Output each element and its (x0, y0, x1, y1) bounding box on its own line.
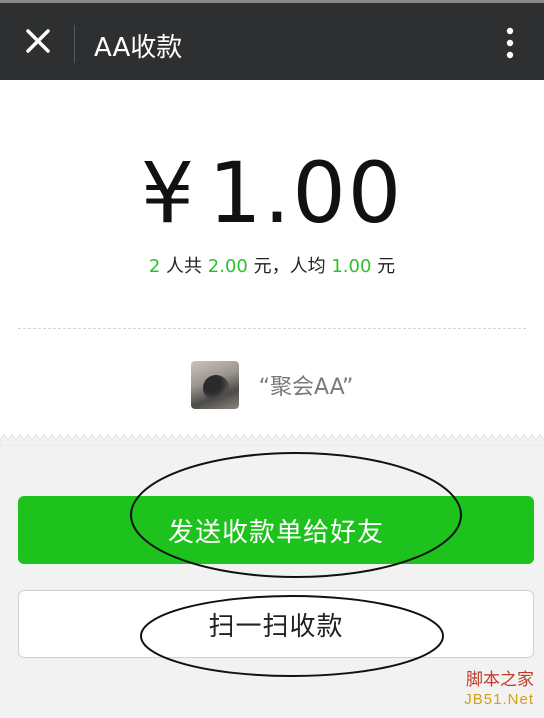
scan-to-collect-button[interactable]: 扫一扫收款 (18, 590, 534, 658)
title-divider (74, 25, 75, 63)
total-unit: 元，人均 (247, 256, 332, 277)
send-to-friend-button[interactable]: 发送收款单给好友 (18, 496, 534, 564)
close-icon (26, 29, 50, 53)
zigzag-edge (0, 434, 544, 446)
zigzag-path (0, 434, 544, 446)
split-summary: 2 人共 2.00 元，人均 1.00 元 (0, 252, 544, 278)
people-label: 人共 (160, 256, 208, 277)
more-options-button[interactable] (496, 23, 524, 63)
title-bar: AA收款 (0, 0, 544, 80)
watermark-line1: 脚本之家 (466, 670, 534, 689)
dashed-divider (18, 328, 526, 329)
watermark-line2: JB51.Net (464, 691, 534, 708)
page-title: AA收款 (94, 33, 183, 63)
site-watermark: 脚本之家 JB51.Net (464, 670, 534, 710)
group-info: “聚会AA” (0, 360, 544, 410)
more-vertical-icon (506, 27, 514, 59)
group-name: “聚会AA” (258, 375, 354, 400)
people-count: 2 (148, 256, 161, 277)
amount-value: 1.00 (208, 144, 404, 242)
currency-symbol: ¥ (140, 144, 197, 242)
group-avatar (190, 361, 239, 409)
action-area (0, 440, 544, 718)
close-button[interactable] (18, 21, 58, 61)
per-person-amount: 1.00 (331, 256, 372, 277)
total-amount: 2.00 (207, 256, 248, 277)
per-person-unit: 元 (371, 256, 396, 277)
amount-display: ¥1.00 (0, 148, 544, 238)
